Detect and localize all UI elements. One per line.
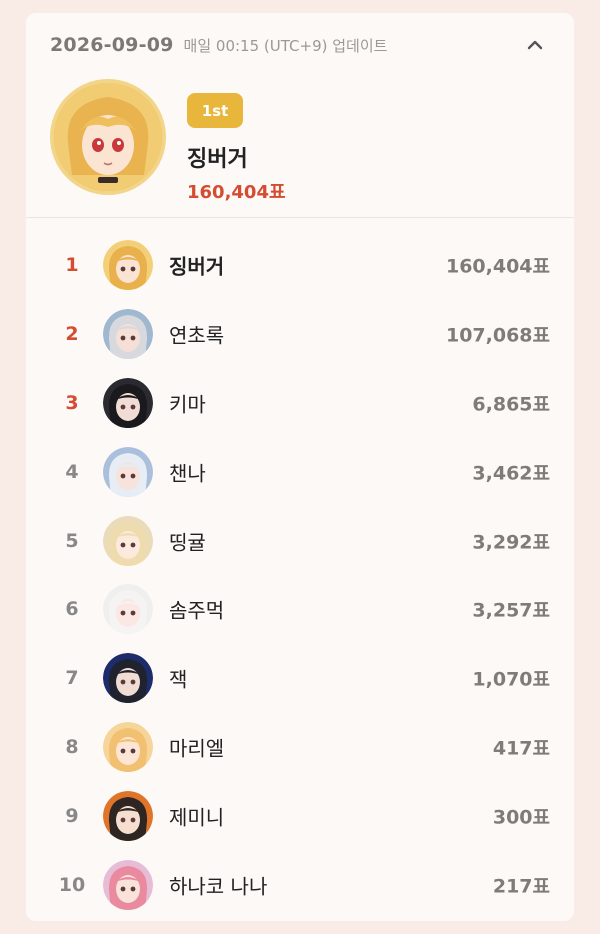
vote-count: 3,292표 <box>472 531 550 554</box>
rank-number: 8 <box>65 735 79 758</box>
rank-badge: 1st <box>187 93 243 128</box>
ranking-card: 2026-09-09 매일 00:15 (UTC+9) 업데이트 1st 징버거… <box>26 13 574 921</box>
rank-number: 6 <box>65 598 79 621</box>
ranking-row[interactable]: 3 키마 6,865표 <box>26 369 574 438</box>
streamer-name[interactable]: 마리엘 <box>169 732 224 761</box>
ranking-header[interactable]: 2026-09-09 매일 00:15 (UTC+9) 업데이트 <box>50 30 550 60</box>
vote-count: 3,462표 <box>472 462 550 485</box>
vote-count: 3,257표 <box>472 599 550 622</box>
ranking-row[interactable]: 5 띵귤 3,292표 <box>26 506 574 575</box>
vote-count: 160,404표 <box>445 255 550 278</box>
streamer-avatar[interactable] <box>103 584 153 635</box>
streamer-avatar[interactable] <box>103 240 153 291</box>
streamer-avatar[interactable] <box>103 653 153 704</box>
streamer-name[interactable]: 키마 <box>169 388 206 417</box>
vote-count: 217표 <box>492 875 550 898</box>
rank-number: 1 <box>65 254 79 277</box>
rank-number: 3 <box>65 391 79 414</box>
streamer-avatar[interactable] <box>103 446 153 497</box>
chevron-up-icon[interactable] <box>526 36 544 54</box>
ranking-row[interactable]: 9 제미니 300표 <box>26 781 574 850</box>
ranking-row[interactable]: 8 마리엘 417표 <box>26 713 574 782</box>
ranking-row[interactable]: 2 연초록 107,068표 <box>26 300 574 369</box>
rank-number: 5 <box>65 529 79 552</box>
divider <box>26 217 574 218</box>
update-note: 매일 00:15 (UTC+9) 업데이트 <box>183 36 388 55</box>
vote-count: 6,865표 <box>472 393 550 416</box>
ranking-row[interactable]: 7 잭 1,070표 <box>26 644 574 713</box>
streamer-avatar[interactable] <box>103 790 153 841</box>
rank-number: 10 <box>58 873 86 896</box>
rank-number: 2 <box>65 323 79 346</box>
vote-count: 1,070표 <box>472 668 550 691</box>
ranking-row[interactable]: 6 솜주먹 3,257표 <box>26 575 574 644</box>
streamer-name[interactable]: 연초록 <box>169 320 224 349</box>
vote-count: 417표 <box>492 737 550 760</box>
rank-number: 4 <box>65 460 79 483</box>
streamer-name[interactable]: 솜주먹 <box>169 595 224 624</box>
rank-number: 7 <box>65 667 79 690</box>
ranking-row[interactable]: 10 하나코 나나 217표 <box>26 850 574 919</box>
streamer-avatar[interactable] <box>103 377 153 428</box>
streamer-name[interactable]: 하나코 나나 <box>169 870 267 899</box>
streamer-avatar[interactable] <box>103 721 153 772</box>
streamer-avatar[interactable] <box>103 859 153 910</box>
first-place-avatar[interactable] <box>50 79 166 195</box>
ranking-date: 2026-09-09 <box>50 34 174 56</box>
streamer-avatar[interactable] <box>103 515 153 566</box>
streamer-avatar[interactable] <box>103 309 153 360</box>
ranking-list: 1 징버거 160,404표 2 연초록 107,068표 3 키마 6,865표 4 챈나 3,46… <box>26 231 574 919</box>
first-place-name[interactable]: 징버거 <box>187 141 248 173</box>
rank-number: 9 <box>65 804 79 827</box>
streamer-name[interactable]: 제미니 <box>169 801 224 830</box>
streamer-name[interactable]: 챈나 <box>169 457 206 486</box>
vote-count: 300표 <box>492 806 550 829</box>
streamer-name[interactable]: 띵귤 <box>169 526 206 555</box>
streamer-name[interactable]: 징버거 <box>169 251 224 280</box>
ranking-row[interactable]: 1 징버거 160,404표 <box>26 231 574 300</box>
streamer-name[interactable]: 잭 <box>169 664 187 693</box>
first-place-section: 1st 징버거 160,404표 <box>50 79 550 203</box>
first-place-votes: 160,404표 <box>187 182 286 203</box>
ranking-row[interactable]: 4 챈나 3,462표 <box>26 437 574 506</box>
vote-count: 107,068표 <box>445 324 550 347</box>
